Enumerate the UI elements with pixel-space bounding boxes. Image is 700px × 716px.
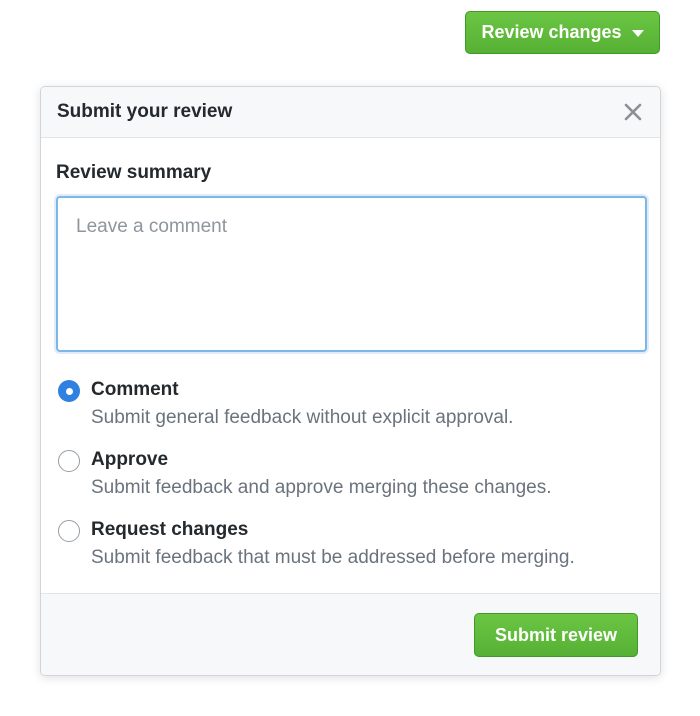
review-type-options: Comment Submit general feedback without …	[56, 378, 645, 571]
review-changes-label: Review changes	[481, 22, 622, 42]
option-comment-description: Submit general feedback without explicit…	[91, 407, 514, 428]
review-summary-label: Review summary	[56, 162, 212, 183]
option-comment-text: Comment Submit general feedback without …	[91, 378, 513, 431]
option-comment-title: Comment	[91, 379, 179, 400]
option-request-changes-description: Submit feedback that must be addressed b…	[91, 547, 575, 568]
popover-body: Review summary Comment Submit general fe…	[41, 162, 660, 571]
approve-radio[interactable]	[58, 450, 80, 472]
submit-review-popover: Submit your review Review summary Commen…	[40, 86, 661, 676]
option-comment[interactable]: Comment Submit general feedback without …	[56, 378, 645, 431]
popover-title: Submit your review	[57, 101, 233, 122]
comment-radio[interactable]	[58, 380, 80, 402]
popover-footer: Submit review	[41, 593, 660, 675]
option-request-changes-title: Request changes	[91, 519, 249, 540]
option-approve-description: Submit feedback and approve merging thes…	[91, 477, 552, 498]
option-approve[interactable]: Approve Submit feedback and approve merg…	[56, 448, 645, 501]
caret-down-icon	[631, 30, 644, 37]
request-changes-radio[interactable]	[58, 520, 80, 542]
option-request-changes[interactable]: Request changes Submit feedback that mus…	[56, 518, 645, 571]
option-request-changes-text: Request changes Submit feedback that mus…	[91, 518, 575, 571]
popover-header: Submit your review	[41, 87, 660, 138]
page: Review changes Submit your review Review…	[0, 0, 700, 716]
close-icon[interactable]	[622, 101, 644, 123]
option-approve-title: Approve	[91, 449, 169, 470]
review-summary-textarea[interactable]	[56, 196, 647, 352]
review-changes-button[interactable]: Review changes	[465, 11, 660, 54]
option-approve-text: Approve Submit feedback and approve merg…	[91, 448, 552, 501]
submit-review-button[interactable]: Submit review	[474, 613, 638, 657]
